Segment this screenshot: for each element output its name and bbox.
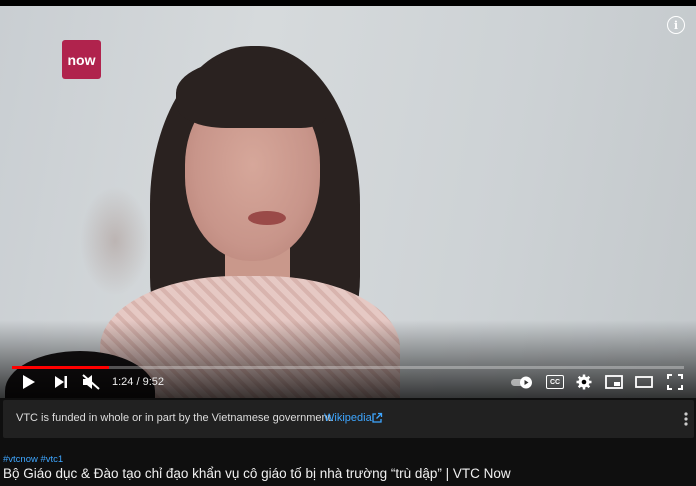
next-icon[interactable]	[53, 374, 69, 390]
theater-icon[interactable]	[635, 376, 653, 388]
channel-logo: now	[62, 40, 101, 79]
progress-played	[12, 366, 110, 369]
video-title: Bộ Giáo dục & Đào tạo chỉ đạo khẩn vụ cô…	[3, 466, 511, 481]
person-bangs	[176, 58, 326, 128]
miniplayer-icon[interactable]	[605, 375, 623, 389]
more-options-icon[interactable]	[678, 410, 694, 428]
funding-notice: VTC is funded in whole or in part by the…	[3, 400, 694, 438]
cc-label: CC	[549, 378, 561, 386]
wikipedia-link[interactable]: Wikipedia	[324, 412, 372, 424]
hashtags[interactable]: #vtcnow #vtc1	[3, 454, 63, 465]
wall-stain	[80, 186, 150, 296]
fullscreen-icon[interactable]	[667, 374, 683, 390]
cc-icon[interactable]: CC	[546, 375, 564, 389]
autoplay-toggle-icon[interactable]	[510, 375, 534, 389]
info-icon[interactable]: i	[667, 16, 685, 34]
time-display: 1:24 / 9:52	[112, 376, 164, 388]
external-link-icon[interactable]	[371, 411, 383, 423]
channel-logo-text: now	[67, 51, 96, 68]
mute-icon[interactable]	[81, 373, 101, 391]
settings-icon[interactable]	[576, 374, 592, 390]
person-mouth	[248, 211, 286, 225]
video-player[interactable]: now i 1:24 / 9:52 CC	[0, 0, 696, 398]
play-icon[interactable]	[20, 374, 38, 390]
funding-text: VTC is funded in whole or in part by the…	[16, 412, 334, 424]
progress-bar[interactable]	[12, 366, 684, 369]
